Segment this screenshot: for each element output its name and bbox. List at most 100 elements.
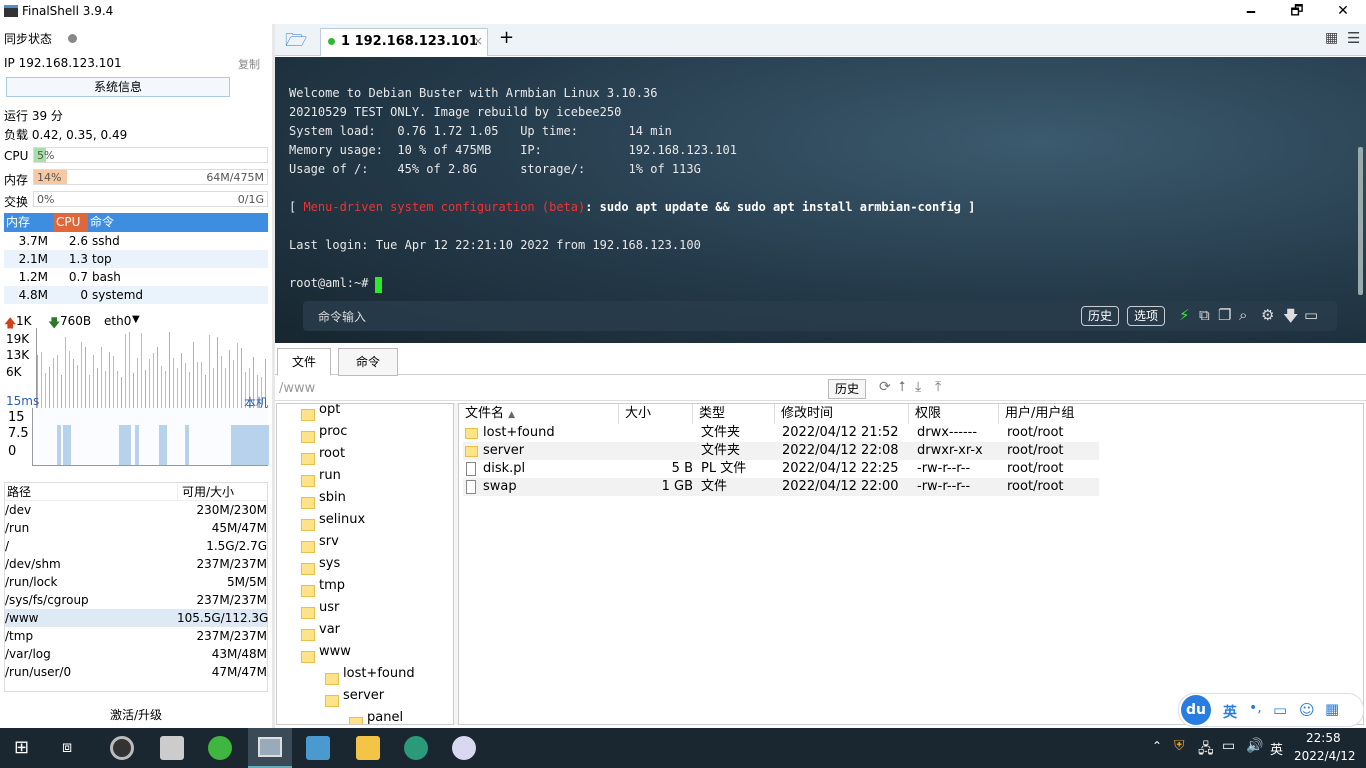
path-history-button[interactable]: 历史	[828, 379, 867, 399]
col-owner[interactable]: 用户/用户组	[999, 404, 1119, 424]
gear-icon[interactable]: ⚙	[1261, 306, 1274, 324]
disk-row[interactable]: /www 105.5G/112.3G	[5, 609, 268, 627]
path-input[interactable]: /www	[279, 381, 315, 396]
download-file-icon[interactable]: ⤓	[915, 379, 921, 395]
tree-item[interactable]: tmp	[319, 578, 345, 593]
upload-file-icon[interactable]: ⤒	[935, 379, 941, 395]
disk-col-path[interactable]: 路径	[5, 483, 177, 500]
tree-item[interactable]: root	[319, 446, 345, 461]
proc-col-cmd[interactable]: 命令	[88, 213, 268, 232]
file-row[interactable]: lost+found 文件夹 2022/04/12 21:52 drwx----…	[463, 424, 1099, 442]
disk-row[interactable]: /dev/shm 237M/237M	[5, 555, 267, 573]
tab-commands[interactable]: 命令	[338, 348, 398, 376]
clock-date[interactable]: 2022/4/12	[1294, 749, 1356, 763]
tree-item[interactable]: opt	[319, 404, 340, 417]
history-button[interactable]: 历史	[1081, 306, 1120, 326]
tree-item[interactable]: panel	[367, 710, 403, 724]
tree-item[interactable]: lost+found	[343, 666, 415, 681]
disk-row[interactable]: /tmp 237M/237M	[5, 627, 267, 645]
disk-row[interactable]: /var/log 43M/48M	[5, 645, 267, 663]
task-view-icon[interactable]: ⧈	[62, 737, 72, 757]
col-type[interactable]: 类型	[693, 404, 775, 424]
tree-item[interactable]: proc	[319, 424, 347, 439]
process-row[interactable]: 2.1M 1.3 top	[4, 250, 268, 268]
tray-shield-icon[interactable]: ⛨	[1174, 738, 1185, 754]
download-icon[interactable]: 🡇	[1283, 306, 1298, 331]
close-button[interactable]: ✕	[1320, 0, 1366, 24]
ime-grid-icon[interactable]: ▦	[1325, 700, 1339, 718]
app-icon-notes[interactable]	[306, 736, 330, 760]
system-info-button[interactable]: 系统信息	[6, 77, 230, 97]
proc-col-cpu[interactable]: CPU	[54, 213, 88, 232]
ime-screen-icon[interactable]: ▭	[1273, 701, 1287, 719]
col-mtime[interactable]: 修改时间	[775, 404, 909, 424]
maximize-button[interactable]: 🗗	[1274, 0, 1320, 24]
tray-battery-icon[interactable]: ▭	[1222, 738, 1235, 754]
paste-icon[interactable]: ❐	[1218, 306, 1231, 324]
tree-item[interactable]: run	[319, 468, 341, 483]
tab-session[interactable]: 1 192.168.123.101 ×	[320, 28, 488, 56]
disk-row[interactable]: /run/lock 5M/5M	[5, 573, 267, 591]
activate-upgrade-link[interactable]: 激活/升级	[0, 706, 272, 723]
menu-icon[interactable]: ☰	[1347, 29, 1360, 47]
search-icon[interactable]: ⌕	[1239, 306, 1247, 324]
app-icon-obs[interactable]	[110, 736, 134, 760]
tray-network-icon[interactable]: 🖧	[1198, 738, 1214, 762]
layout-grid-icon[interactable]: ▦	[1325, 30, 1338, 46]
tree-item[interactable]: srv	[319, 534, 339, 549]
disk-col-avail[interactable]: 可用/大小	[177, 483, 267, 500]
tray-volume-icon[interactable]: 🔊	[1246, 738, 1263, 754]
disk-row[interactable]: /sys/fs/cgroup 237M/237M	[5, 591, 267, 609]
lightning-icon[interactable]: ⚡	[1179, 306, 1190, 324]
tree-item[interactable]: sys	[319, 556, 340, 571]
file-row[interactable]: swap 1 GB 文件 2022/04/12 22:00 -rw-r--r--…	[463, 478, 1099, 496]
ime-lang-toggle[interactable]: 英	[1223, 702, 1237, 722]
refresh-icon[interactable]: ⟳	[879, 379, 891, 395]
ime-user-icon[interactable]: ☺	[1299, 701, 1315, 719]
tab-files[interactable]: 文件	[277, 348, 331, 376]
options-button[interactable]: 选项	[1127, 306, 1166, 326]
tray-expand-icon[interactable]: ⌃	[1152, 739, 1162, 753]
tree-item[interactable]: www	[319, 644, 351, 659]
minimize-button[interactable]: 🗕	[1228, 0, 1274, 24]
app-icon-explorer[interactable]	[356, 736, 380, 760]
app-icon-calculator[interactable]	[160, 736, 184, 760]
tree-item[interactable]: sbin	[319, 490, 346, 505]
file-row[interactable]: disk.pl 5 B PL 文件 2022/04/12 22:25 -rw-r…	[463, 460, 1099, 478]
copy-icon[interactable]: ⧉	[1199, 306, 1210, 324]
proc-col-mem[interactable]: 内存	[4, 213, 54, 232]
ime-logo-icon[interactable]: du	[1181, 695, 1211, 725]
tray-lang[interactable]: 英	[1270, 739, 1283, 758]
disk-row[interactable]: /run 45M/47M	[5, 519, 267, 537]
app-icon-green[interactable]	[404, 736, 428, 760]
net-interface[interactable]: eth0	[104, 314, 131, 328]
start-windows-icon[interactable]: ⊞	[14, 737, 29, 758]
col-filename[interactable]: 文件名 ▲	[459, 404, 619, 424]
disk-row[interactable]: / 1.5G/2.7G	[5, 537, 267, 555]
copy-ip-link[interactable]: 复制	[238, 56, 260, 72]
terminal-scrollbar[interactable]	[1358, 147, 1363, 295]
folder-open-icon[interactable]: 🗁	[285, 28, 307, 58]
chevron-down-icon[interactable]: ▼	[132, 314, 140, 325]
tree-item[interactable]: usr	[319, 600, 339, 615]
disk-row[interactable]: /run/user/0 47M/47M	[5, 663, 267, 681]
file-row[interactable]: server 文件夹 2022/04/12 22:08 drwxr-xr-x r…	[463, 442, 1099, 460]
disk-row[interactable]: /dev 230M/230M	[5, 501, 267, 519]
process-row[interactable]: 3.7M 2.6 sshd	[4, 232, 268, 250]
add-tab-button[interactable]: +	[499, 27, 514, 48]
col-perm[interactable]: 权限	[909, 404, 999, 424]
parent-dir-icon[interactable]: ⭡	[899, 379, 906, 395]
terminal[interactable]: Welcome to Debian Buster with Armbian Li…	[275, 57, 1366, 343]
app-icon-browser[interactable]	[208, 736, 232, 760]
clock-time[interactable]: 22:58	[1306, 731, 1341, 745]
process-row[interactable]: 1.2M 0.7 bash	[4, 268, 268, 286]
tree-item[interactable]: var	[319, 622, 340, 637]
command-input[interactable]: 命令输入	[318, 308, 366, 325]
tab-close-icon[interactable]: ×	[473, 34, 483, 48]
active-app-highlight[interactable]	[248, 728, 292, 768]
ime-punct-toggle[interactable]: •,	[1249, 700, 1262, 716]
process-row[interactable]: 4.8M 0 systemd	[4, 286, 268, 304]
col-size[interactable]: 大小	[619, 404, 693, 424]
app-icon-paint[interactable]	[452, 736, 476, 760]
maximize-terminal-icon[interactable]: ▭	[1304, 306, 1318, 324]
